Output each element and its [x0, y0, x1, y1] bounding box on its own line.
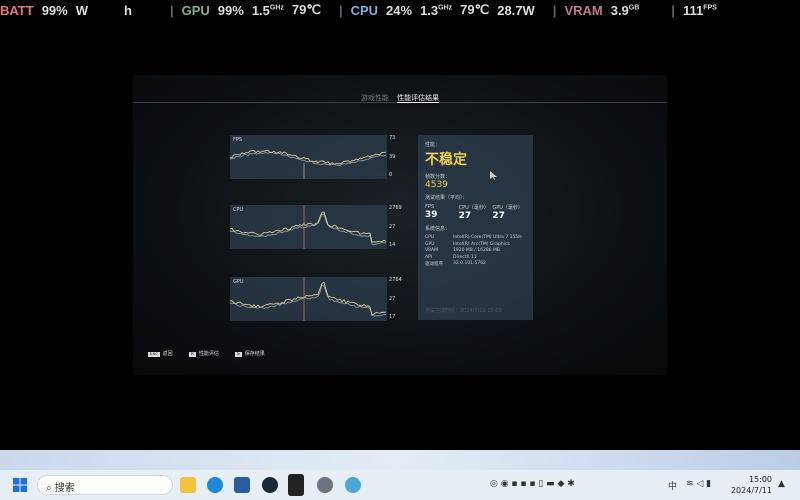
tab-game-performance[interactable]: 游戏性能: [361, 94, 389, 102]
fps-value: 111FPS: [682, 2, 717, 18]
score-value: 4539: [425, 180, 448, 190]
average-label: 测试结果（平均）：: [425, 195, 468, 201]
ime-indicator[interactable]: 中: [668, 479, 677, 492]
tick-max: 73: [389, 135, 396, 141]
batt-hours: h: [124, 2, 132, 18]
store-icon[interactable]: [234, 477, 250, 493]
completion-time: 测试完成时间：2024/7/11 15:00: [425, 308, 502, 314]
clock[interactable]: 15:00 2024/7/11: [731, 474, 772, 496]
settings-icon[interactable]: [317, 477, 333, 493]
tick-avg: 27: [389, 224, 396, 230]
tick-avg: 39: [389, 154, 396, 160]
tab-bar: 游戏性能 性能评估结果: [133, 93, 667, 103]
tab-benchmark-results[interactable]: 性能评估结果: [397, 94, 440, 103]
fps-chart: FPS 73 39 0: [230, 135, 395, 179]
chart-label: CPU: [233, 207, 244, 213]
vram-value: 3.9GB: [610, 2, 640, 18]
batt-watts: W: [75, 2, 89, 18]
cpu-clock: 1.3GHz: [420, 2, 453, 18]
batt-label: BATT: [0, 2, 34, 18]
gpu-label: GPU: [181, 2, 210, 18]
tray-icons[interactable]: ◎ ◉ ▪ ▪ ▪ ▯ ▬ ◆ ✱: [490, 479, 575, 489]
photos-icon[interactable]: [345, 477, 361, 493]
search-icon: ⌕: [46, 483, 55, 494]
taskbar: ⌕ 搜索 ◎ ◉ ▪ ▪ ▪ ▯ ▬ ◆ ✱ 中 ≋ ◁ ▮ 15:00 2024…: [0, 470, 800, 500]
notification-bell-icon[interactable]: ▲: [778, 479, 785, 489]
gpu-load: 99%: [217, 2, 244, 18]
avg-gpu: GPU（毫秒） 27: [492, 205, 523, 221]
benchmark-button[interactable]: R 性能评估: [188, 350, 219, 357]
chart-label: GPU: [233, 279, 244, 285]
result-line: [230, 211, 387, 243]
save-results-button[interactable]: S 保存结果: [234, 350, 265, 357]
back-button[interactable]: Esc 返回: [148, 350, 173, 357]
avg-fps: FPS 39: [425, 204, 438, 220]
mouse-cursor-icon: [490, 171, 497, 180]
cpu-chart: CPU 2769 27 14: [230, 205, 402, 249]
tick-min: 17: [389, 314, 396, 320]
cpu-load: 24%: [386, 2, 413, 18]
search-box[interactable]: ⌕ 搜索: [37, 475, 173, 495]
file-explorer-icon[interactable]: [180, 477, 196, 493]
cpu-power: 28.7W: [497, 2, 535, 18]
cpu-temp: 79℃: [460, 2, 490, 17]
system-info-label: 系统信息：: [425, 226, 451, 232]
desktop-wallpaper: [0, 450, 800, 470]
search-placeholder: 搜索: [54, 483, 75, 494]
performance-label: 性能：: [425, 142, 441, 148]
tick-avg: 27: [389, 296, 396, 302]
system-info: CPU Intel(R) Core(TM) Ultra 7 155H GPU Int…: [425, 235, 522, 267]
score-label: 帧数分数：: [425, 174, 451, 180]
gpu-clock: 1.5GHz: [251, 2, 284, 18]
cpu-label: CPU: [350, 2, 379, 18]
average-results: FPS 39 CPU（毫秒） 27 GPU（毫秒） 27: [425, 204, 526, 221]
vram-label: VRAM: [564, 2, 603, 18]
tick-max: 2764: [389, 277, 402, 283]
tick-min: 14: [389, 242, 396, 248]
windows-start-icon[interactable]: [13, 478, 27, 492]
gpu-chart: GPU 2764 27 17: [230, 277, 402, 321]
result-line: [230, 149, 387, 165]
performance-overlay: BATT 99% W h | GPU 99% 1.5GHz 79℃ | CPU …: [0, 2, 717, 18]
reference-line: [230, 283, 387, 317]
steam-icon[interactable]: [262, 477, 278, 493]
avg-cpu: CPU（毫秒） 27: [458, 205, 489, 221]
wifi-volume-battery-icon[interactable]: ≋ ◁ ▮: [686, 479, 711, 489]
cpu-graph: [230, 205, 387, 249]
tick-max: 2769: [389, 205, 402, 211]
fps-graph: [230, 149, 387, 179]
gpu-graph: [230, 277, 387, 321]
edge-icon[interactable]: [207, 477, 223, 493]
game-app-icon[interactable]: [288, 474, 304, 496]
gpu-temp: 79℃: [291, 2, 321, 17]
results-panel: 性能： 不稳定 帧数分数： 4539 测试结果（平均）： FPS 39 CPU（毫…: [418, 135, 533, 320]
performance-rating: 不稳定: [425, 152, 467, 168]
reference-line: [230, 213, 387, 246]
batt-value: 99%: [41, 2, 68, 18]
game-window: 游戏性能 性能评估结果 FPS 73 39 0 CPU 2769 27 14 G…: [133, 75, 667, 375]
tick-min: 0: [389, 172, 393, 178]
key-hints: Esc 返回 R 性能评估 S 保存结果: [148, 350, 265, 357]
chart-label: FPS: [233, 137, 243, 143]
